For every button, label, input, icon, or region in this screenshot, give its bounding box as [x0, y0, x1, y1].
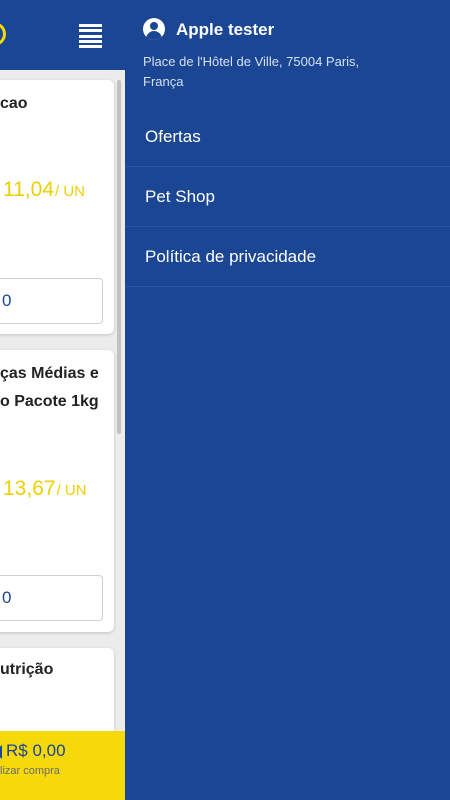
- drawer-menu: Ofertas Pet Shop Política de privacidade: [125, 107, 450, 287]
- product-price: 13,67/ UN: [3, 477, 87, 500]
- list-menu-icon[interactable]: [79, 24, 102, 48]
- quantity-field[interactable]: 0: [0, 278, 103, 324]
- quantity-field[interactable]: 0: [0, 575, 103, 621]
- menu-item-pet-shop[interactable]: Pet Shop: [125, 167, 450, 227]
- product-name: cao: [0, 95, 28, 112]
- product-name: utrição: [0, 661, 54, 678]
- account-circle-icon: [143, 18, 165, 40]
- background-app: cao 11,04/ UN 0 ças Médias e o Pacote 1k…: [0, 0, 125, 800]
- navigation-drawer: Apple tester Place de l'Hôtel de Ville, …: [125, 0, 450, 800]
- product-card[interactable]: ças Médias e o Pacote 1kg 13,67/ UN 0: [0, 350, 114, 632]
- cart-bar[interactable]: R$ 0,00 lizar compra: [0, 731, 125, 800]
- scrollbar[interactable]: [117, 80, 121, 434]
- user-name: Apple tester: [176, 20, 275, 39]
- menu-item-ofertas[interactable]: Ofertas: [125, 107, 450, 167]
- cart-total: R$ 0,00: [0, 741, 66, 761]
- app-header: [0, 0, 125, 70]
- product-name-line-1: ças Médias e: [0, 365, 99, 382]
- product-card[interactable]: cao 11,04/ UN 0: [0, 80, 114, 334]
- menu-item-privacy-policy[interactable]: Política de privacidade: [125, 227, 450, 287]
- logo: [0, 22, 6, 46]
- cart-subtitle: lizar compra: [0, 765, 60, 777]
- user-address: Place de l'Hôtel de Ville, 75004 Paris, …: [143, 54, 360, 89]
- product-price: 11,04/ UN: [3, 178, 85, 201]
- chevron-left-icon: [0, 745, 2, 759]
- product-name-line-2: o Pacote 1kg: [0, 393, 99, 410]
